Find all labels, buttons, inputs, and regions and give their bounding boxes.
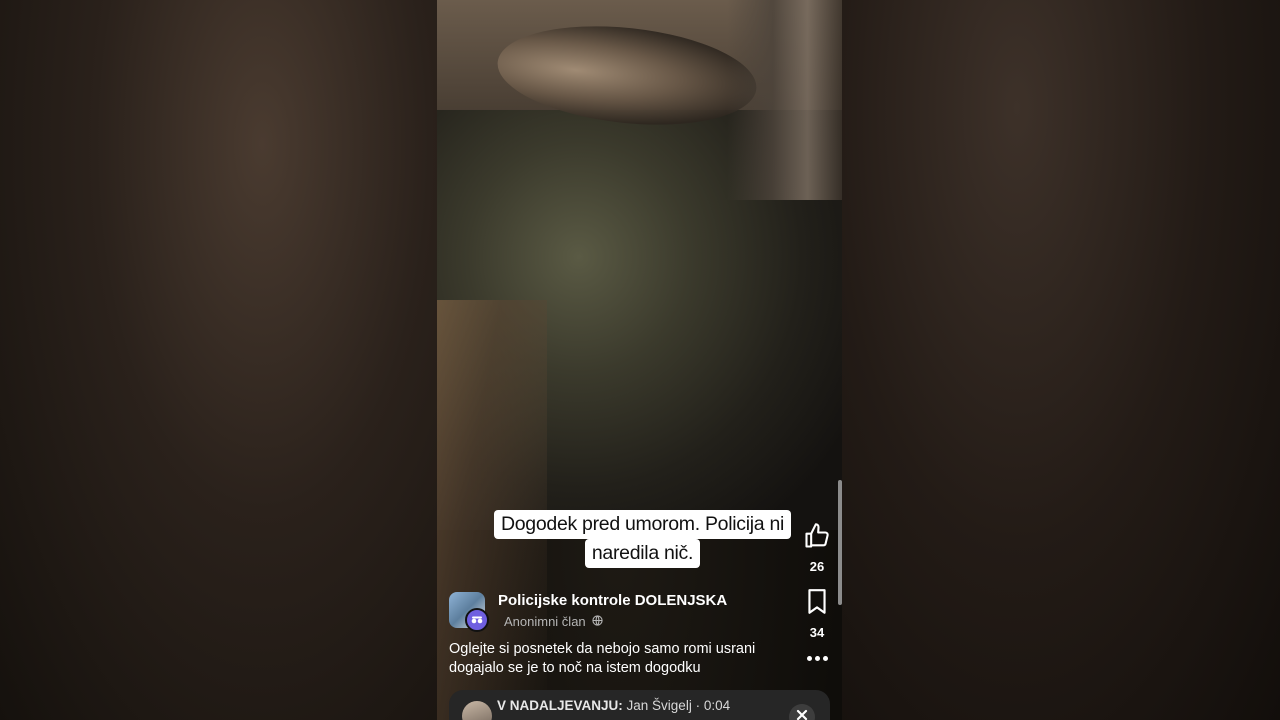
anonymous-icon <box>465 608 489 632</box>
thumbs-up-icon <box>803 522 831 555</box>
reel-viewer: Dogodek pred umorom. Policija ni naredil… <box>0 0 1280 720</box>
close-icon <box>796 708 808 720</box>
caption-line-1: Dogodek pred umorom. Policija ni <box>493 510 792 539</box>
bookmark-icon <box>804 588 830 621</box>
like-count: 26 <box>809 559 825 574</box>
caption-line-2: naredila nič. <box>584 539 701 568</box>
like-button[interactable]: 26 <box>795 522 839 574</box>
globe-icon <box>592 613 603 631</box>
more-options-button[interactable] <box>795 650 839 667</box>
close-button[interactable] <box>789 704 815 720</box>
video-frame-bystander <box>727 0 842 200</box>
group-avatar[interactable] <box>449 592 489 632</box>
up-next-bar[interactable]: V NADALJEVANJU: Jan Švigelj · 0:04 <box>449 690 830 720</box>
up-next-avatar <box>462 701 492 720</box>
up-next-label: V NADALJEVANJU: Jan Švigelj · 0:04 <box>497 698 730 713</box>
save-count: 34 <box>809 625 825 640</box>
save-button[interactable]: 34 <box>795 588 839 640</box>
video-caption: Dogodek pred umorom. Policija ni naredil… <box>493 510 792 568</box>
member-label: Anonimni član <box>504 614 586 629</box>
more-dots-icon <box>806 650 828 667</box>
post-description[interactable]: Oglejte si posnetek da nebojo samo romi … <box>449 640 789 678</box>
up-next-prefix: V NADALJEVANJU: <box>497 698 623 713</box>
post-author[interactable]: Policijske kontrole DOLENJSKA Anonimni č… <box>449 592 727 632</box>
blurred-background-right <box>842 0 1280 720</box>
up-next-separator: · <box>695 698 701 713</box>
up-next-author: Jan Švigelj <box>626 698 692 713</box>
group-name-link[interactable]: Policijske kontrole DOLENJSKA <box>498 592 727 610</box>
up-next-duration: 0:04 <box>703 698 731 713</box>
blurred-background-left <box>0 0 437 720</box>
